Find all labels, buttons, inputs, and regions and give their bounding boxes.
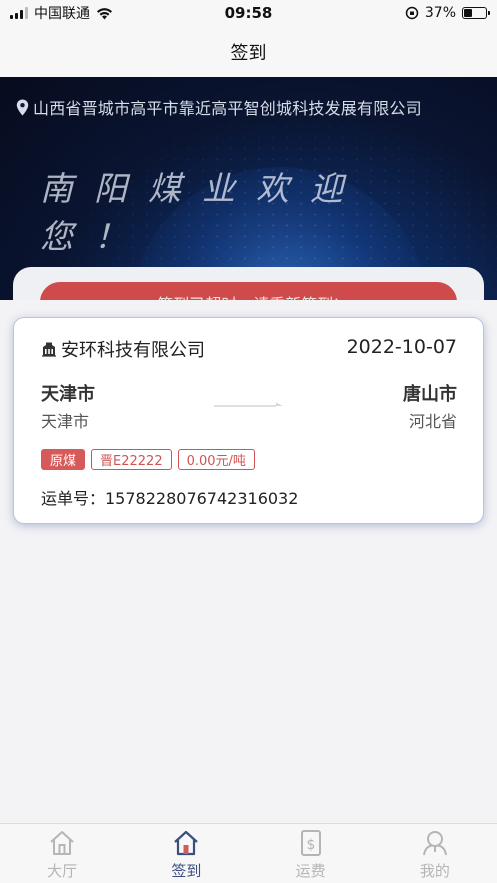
- cargo-type-tag: 原煤: [41, 449, 86, 470]
- tab-checkin[interactable]: 签到: [124, 824, 248, 883]
- page-title: 签到: [230, 42, 267, 64]
- welcome-text: 南阳煤业欢迎您！: [40, 169, 364, 256]
- origin-city: 天津市: [41, 384, 95, 405]
- order-tags: 原煤 晋E22222 0.00元/吨: [41, 449, 255, 470]
- tab-label-checkin: 签到: [171, 862, 202, 880]
- building-icon: [42, 342, 56, 357]
- carrier-label: 中国联通: [34, 6, 90, 22]
- company-name: 安环科技有限公司: [61, 340, 205, 361]
- battery-icon: [462, 7, 490, 19]
- route-arrow-icon: [214, 402, 283, 407]
- order-card[interactable]: 安环科技有限公司 2022-10-07 天津市 天津市 唐山市 河北省 原煤 晋…: [14, 318, 483, 523]
- status-right: 37%: [405, 5, 490, 21]
- status-left: 中国联通: [10, 3, 113, 23]
- location-pin-icon: [16, 99, 29, 115]
- status-bar: 中国联通 09:58 37%: [0, 0, 497, 26]
- tab-profile[interactable]: 我的: [373, 824, 497, 883]
- wifi-icon: [97, 7, 112, 19]
- tab-hall[interactable]: 大厅: [0, 824, 124, 883]
- nav-bar: 签到: [0, 26, 497, 77]
- svg-text:$: $: [306, 837, 315, 853]
- home-icon: [50, 831, 74, 855]
- status-time: 09:58: [224, 4, 273, 22]
- current-location: 山西省晋城市高平市靠近高平智创城科技发展有限公司: [16, 95, 422, 119]
- order-date: 2022-10-07: [346, 336, 457, 358]
- tab-label-freight: 运费: [295, 862, 326, 880]
- freight-icon: $: [300, 830, 321, 856]
- plate-number-tag: 晋E22222: [91, 449, 172, 470]
- origin-province: 天津市: [41, 412, 90, 431]
- signal-icon: [10, 7, 28, 19]
- profile-icon: [422, 831, 447, 856]
- destination-province: 河北省: [408, 412, 457, 431]
- waybill-number: 运单号：1578228076742316032: [41, 489, 299, 508]
- price-tag: 0.00元/吨: [177, 449, 255, 470]
- checkin-icon: [174, 830, 199, 856]
- signin-button[interactable]: 签到已超时，请重新签到!: [40, 282, 457, 300]
- tab-freight[interactable]: $ 运费: [249, 824, 373, 883]
- destination-city: 唐山市: [403, 384, 457, 405]
- tab-label-hall: 大厅: [47, 862, 78, 880]
- hero-banner: 山西省晋城市高平市靠近高平智创城科技发展有限公司 南阳煤业欢迎您！ 签到已超时，…: [0, 77, 497, 300]
- orientation-lock-icon: [405, 6, 419, 20]
- location-text: 山西省晋城市高平市靠近高平智创城科技发展有限公司: [33, 99, 422, 118]
- company-row: 安环科技有限公司: [41, 336, 205, 362]
- tab-bar: 大厅 签到 $ 运费 我的: [0, 823, 497, 883]
- tab-label-profile: 我的: [419, 862, 450, 880]
- battery-percent: 37%: [424, 5, 456, 21]
